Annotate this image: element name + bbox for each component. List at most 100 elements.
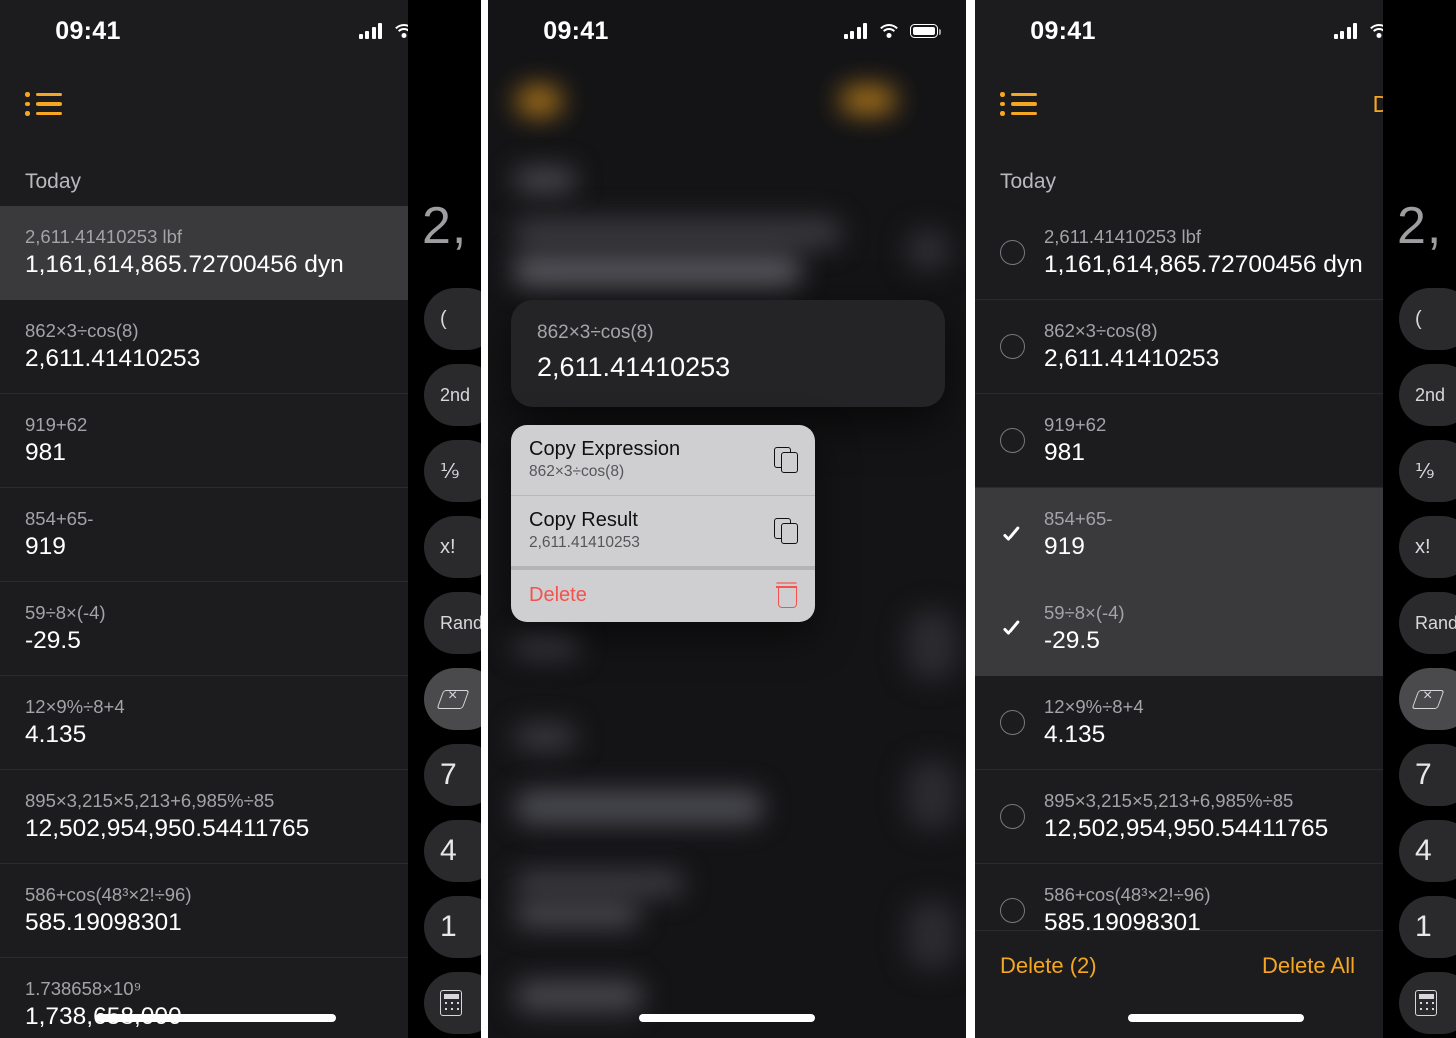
keypad-key-delete[interactable] <box>424 668 481 730</box>
keypad-key-rand[interactable]: Rand <box>424 592 481 654</box>
keypad-key-7[interactable]: 7 <box>424 744 481 806</box>
keypad-key-2nd[interactable]: 2nd <box>424 364 481 426</box>
delete-icon <box>1415 687 1441 709</box>
keypad-key-7[interactable]: 7 <box>1399 744 1456 806</box>
calculator-icon <box>440 990 462 1016</box>
row-select-control[interactable] <box>1000 428 1044 453</box>
preview-result: 2,611.41410253 <box>537 351 731 382</box>
row-result: -29.5 <box>1044 627 1100 655</box>
keypad-key-rand[interactable]: Rand <box>1399 592 1456 654</box>
panel-context-menu: 09:41 862×3÷cos(8) 2,611.41410253 Copy E… <box>488 0 966 1038</box>
row-result: 12,502,954,950.54411765 <box>1044 815 1329 843</box>
row-select-control[interactable] <box>1000 616 1044 641</box>
delete-all-button[interactable]: Delete All <box>1262 953 1355 979</box>
section-header-label: Today <box>25 170 82 193</box>
row-select-control[interactable] <box>1000 898 1044 923</box>
radio-unselected-icon <box>1000 710 1025 735</box>
menu-item-subtitle: 862×3÷cos(8) <box>529 462 625 480</box>
menu-item-delete[interactable]: Delete <box>511 565 815 622</box>
row-select-control[interactable] <box>1000 804 1044 829</box>
row-expression: 919+62 <box>25 413 88 435</box>
context-menu[interactable]: Copy Expression 862×3÷cos(8) Copy Result… <box>511 424 815 622</box>
copy-icon <box>774 517 798 544</box>
menu-item-title: Copy Result <box>529 508 638 531</box>
keypad-key-factorial[interactable]: x! <box>1399 516 1456 578</box>
row-result: -29.5 <box>25 627 81 655</box>
panel-edit-mode: 09:41 Done Today 2,611.41410253 lbf <box>975 0 1456 1038</box>
row-expression: 2,611.41410253 lbf <box>25 225 183 247</box>
wifi-icon <box>878 23 899 39</box>
keypad-key-open-paren[interactable]: ( <box>1399 288 1456 350</box>
menu-item-copy-result[interactable]: Copy Result 2,611.41410253 <box>511 494 815 566</box>
cellular-signal-icon <box>843 23 867 39</box>
keypad-key-1[interactable]: 1 <box>424 896 481 958</box>
row-expression: 12×9%÷8+4 <box>25 695 125 717</box>
row-result: 2,611.41410253 <box>25 345 201 373</box>
checkmark-icon <box>1000 616 1025 641</box>
keypad-key-2nd[interactable]: 2nd <box>1399 364 1456 426</box>
row-select-control[interactable] <box>1000 522 1044 547</box>
calculator-icon <box>1415 990 1437 1016</box>
preview-expression: 862×3÷cos(8) <box>537 322 654 343</box>
keypad-key-reciprocal[interactable]: ⅑ <box>424 440 481 502</box>
row-expression: 895×3,215×5,213+6,985%÷85 <box>1044 789 1294 811</box>
radio-unselected-icon <box>1000 334 1025 359</box>
delete-selected-button[interactable]: Delete (2) <box>1000 953 1097 979</box>
row-result: 4.135 <box>1044 721 1106 749</box>
keypad-key-delete[interactable] <box>1399 668 1456 730</box>
keypad-key-factorial[interactable]: x! <box>424 516 481 578</box>
section-header-label: Today <box>1000 170 1057 193</box>
keypad-key-1[interactable]: 1 <box>1399 896 1456 958</box>
menu-item-subtitle: 2,611.41410253 <box>529 533 640 551</box>
radio-unselected-icon <box>1000 804 1025 829</box>
row-select-control[interactable] <box>1000 710 1044 735</box>
copy-icon <box>774 446 798 473</box>
bulleted-list-icon[interactable] <box>25 92 63 116</box>
row-result: 1,161,614,865.72700456 dyn <box>1044 251 1363 279</box>
keypad-key-open-paren[interactable]: ( <box>424 288 481 350</box>
row-select-control[interactable] <box>1000 240 1044 265</box>
keypad-key-4[interactable]: 4 <box>1399 820 1456 882</box>
keypad-display: 2, <box>1397 197 1443 255</box>
row-expression: 919+62 <box>1044 413 1107 435</box>
menu-item-title: Delete <box>529 583 587 606</box>
row-result: 585.19098301 <box>25 909 182 937</box>
calculator-keypad-1[interactable]: 2, ( 2nd ⅑ x! Rand 7 4 1 <box>408 0 481 1038</box>
status-icons <box>843 23 941 39</box>
home-indicator <box>1127 1014 1304 1022</box>
row-expression: 854+65- <box>25 507 94 529</box>
row-result: 981 <box>1044 439 1085 467</box>
keypad-key-reciprocal[interactable]: ⅑ <box>1399 440 1456 502</box>
trash-icon <box>776 583 797 608</box>
radio-unselected-icon <box>1000 240 1025 265</box>
row-expression: 59÷8×(-4) <box>1044 601 1125 623</box>
row-result: 4.135 <box>25 721 87 749</box>
home-indicator <box>96 1014 336 1022</box>
radio-unselected-icon <box>1000 428 1025 453</box>
cellular-signal-icon <box>358 23 382 39</box>
row-expression: 862×3÷cos(8) <box>1044 319 1158 341</box>
keypad-keys: ( 2nd ⅑ x! Rand 7 4 1 <box>424 288 481 1034</box>
status-time: 09:41 <box>543 16 609 45</box>
home-indicator <box>639 1014 815 1022</box>
row-expression: 2,611.41410253 lbf <box>1044 225 1202 247</box>
panel-divider <box>966 0 975 1038</box>
keypad-key-calculator[interactable] <box>1399 972 1456 1034</box>
delete-icon <box>440 687 466 709</box>
bulleted-list-icon[interactable] <box>1000 92 1038 116</box>
row-expression: 862×3÷cos(8) <box>25 319 139 341</box>
row-result: 1,161,614,865.72700456 dyn <box>25 251 344 279</box>
row-expression: 854+65- <box>1044 507 1113 529</box>
status-bar-2: 09:41 <box>488 0 966 62</box>
row-expression: 12×9%÷8+4 <box>1044 695 1144 717</box>
keypad-key-calculator[interactable] <box>424 972 481 1034</box>
row-select-control[interactable] <box>1000 334 1044 359</box>
calculator-keypad-3[interactable]: 2, ( 2nd ⅑ x! Rand 7 4 1 <box>1383 0 1456 1038</box>
cellular-signal-icon <box>1333 23 1357 39</box>
row-expression: 59÷8×(-4) <box>25 601 106 623</box>
row-result: 981 <box>25 439 66 467</box>
row-expression: 586+cos(48³×2!÷96) <box>25 883 192 905</box>
keypad-keys: ( 2nd ⅑ x! Rand 7 4 1 <box>1399 288 1456 1034</box>
keypad-key-4[interactable]: 4 <box>424 820 481 882</box>
menu-item-copy-expression[interactable]: Copy Expression 862×3÷cos(8) <box>511 425 815 495</box>
